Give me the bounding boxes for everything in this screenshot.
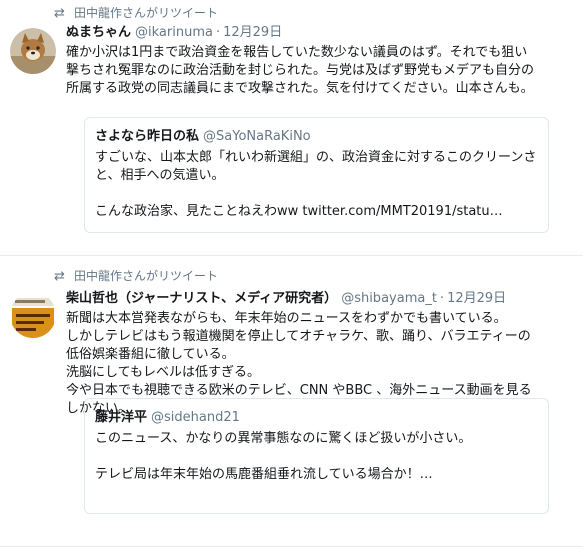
quoted-text-line: テレビ局は年末年始の馬鹿番組垂れ流している場合か！…	[95, 467, 433, 482]
author-name[interactable]: ぬまちゃん	[66, 25, 131, 40]
quoted-author-handle: @sidehand21	[151, 410, 240, 425]
author-handle[interactable]: @ikarinuma	[135, 25, 213, 40]
retweet-icon: ⇄	[54, 269, 65, 284]
tweet-text-line: 所属する政党の同志議員にまで攻撃された。気を付けてください。山本さんも。	[66, 81, 534, 96]
retweeted-by-text: 田中龍作さんがリツイート	[74, 269, 219, 283]
tweet-content: ぬまちゃん @ikarinuma · 12月29日 確か小沢は1円まで政治資金を報告し…	[66, 23, 573, 98]
tweet-text-line: 新聞は大本営発表ながらも、年末年始のニュースをわずかでも書いている。	[66, 311, 507, 326]
quoted-tweet-text: このニュース、かなりの異常事態なのに驚くほど扱いが小さい。 テレビ局は年末年始の…	[95, 430, 538, 484]
avatar[interactable]	[10, 292, 56, 338]
author-handle[interactable]: @shibayama_t	[341, 291, 437, 306]
separator: ·	[215, 25, 221, 40]
quoted-tweet[interactable]: 藤井洋平 @sidehand21 このニュース、かなりの異常事態なのに驚くほど扱い…	[84, 398, 549, 514]
quoted-author-name: さよなら昨日の私	[95, 129, 200, 144]
retweet-icon: ⇄	[54, 6, 65, 21]
timestamp[interactable]: 12月29日	[223, 25, 282, 40]
tweet-text: 確か小沢は1円まで政治資金を報告していた数少ない議員のはず。それでも狙い 撃ちさ…	[66, 44, 573, 98]
tweet-text-line: 洗脳にしてもレベルは低すぎる。	[66, 365, 260, 380]
quoted-tweet-text: すごいな、山本太郎「れいわ新選組」の、政治資金に対するこのクリーンさ と、相手へ…	[95, 149, 538, 221]
quoted-tweet[interactable]: さよなら昨日の私 @SaYoNaRaKiNo すごいな、山本太郎「れいわ新選組」の…	[84, 117, 549, 233]
tweet-header: ぬまちゃん @ikarinuma · 12月29日	[66, 23, 573, 43]
quoted-text-line: こんな政治家、見たことねえわww twitter.com/MMT20191/st…	[95, 204, 503, 219]
avatar[interactable]	[10, 28, 56, 74]
tweet-text-line: しかしテレビはもう報道機関を停止してオチャラケ、歌、踊り、バラエティーの	[66, 329, 531, 344]
tweet-text-line: 撃ちされ冤罪なのに政治活動を封じられた。与党は及ばず野党もメデアも自分の	[66, 63, 535, 78]
timeline: ⇄ 田中龍作さんがリツイート ぬまちゃん @ikarinuma · 12月29日 確か小…	[0, 0, 583, 549]
quoted-tweet-header: 藤井洋平 @sidehand21	[95, 409, 538, 427]
quoted-author-name: 藤井洋平	[95, 410, 148, 425]
separator: ·	[439, 291, 445, 306]
quoted-text-line: このニュース、かなりの異常事態なのに驚くほど扱いが小さい。	[95, 431, 472, 446]
book-cover-avatar-image	[10, 292, 56, 338]
tweet-text-line: 低俗娯楽番組に徹している。	[66, 347, 235, 362]
tweet-text-line: 確か小沢は1円まで政治資金を報告していた数少ない議員のはず。それでも狙い	[66, 45, 528, 60]
author-name[interactable]: 柴山哲也（ジャーナリスト、メディア研究者）	[66, 291, 337, 306]
timestamp[interactable]: 12月29日	[447, 291, 506, 306]
quoted-text-line: すごいな、山本太郎「れいわ新選組」の、政治資金に対するこのクリーンさ	[95, 150, 537, 165]
retweet-context: ⇄ 田中龍作さんがリツイート	[54, 267, 218, 284]
tweet[interactable]: ⇄ 田中龍作さんがリツイート 柴山哲也（ジャーナリスト、メディア研究者） @shib…	[0, 256, 583, 547]
quoted-text-line: と、相手への気遣い。	[95, 168, 225, 183]
quoted-tweet-header: さよなら昨日の私 @SaYoNaRaKiNo	[95, 128, 538, 146]
retweet-context: ⇄ 田中龍作さんがリツイート	[54, 4, 218, 21]
quoted-author-handle: @SaYoNaRaKiNo	[203, 129, 311, 144]
tweet-header: 柴山哲也（ジャーナリスト、メディア研究者） @shibayama_t · 12月29日	[66, 289, 573, 309]
tweet[interactable]: ⇄ 田中龍作さんがリツイート ぬまちゃん @ikarinuma · 12月29日 確か小…	[0, 0, 583, 256]
dog-avatar-image	[10, 28, 56, 74]
retweeted-by-text: 田中龍作さんがリツイート	[74, 6, 219, 20]
